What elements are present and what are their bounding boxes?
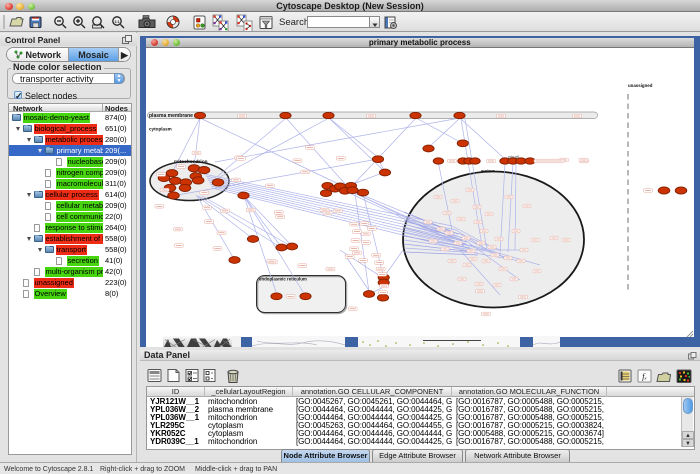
svg-text:cytoplasm: cytoplasm — [149, 127, 172, 132]
svg-text:mitochondrion: mitochondrion — [174, 159, 208, 165]
svg-text:endoplasmic reticulum: endoplasmic reticulum — [259, 277, 307, 282]
svg-text:unassigned: unassigned — [628, 83, 653, 88]
svg-text:plasma membrane: plasma membrane — [149, 113, 193, 119]
svg-text:fₓ: fₓ — [642, 372, 647, 381]
svg-text:pda-g6: pda-g6 — [508, 155, 519, 159]
svg-text:1:1: 1:1 — [114, 20, 119, 24]
svg-text:nucleus: nucleus — [481, 169, 495, 173]
